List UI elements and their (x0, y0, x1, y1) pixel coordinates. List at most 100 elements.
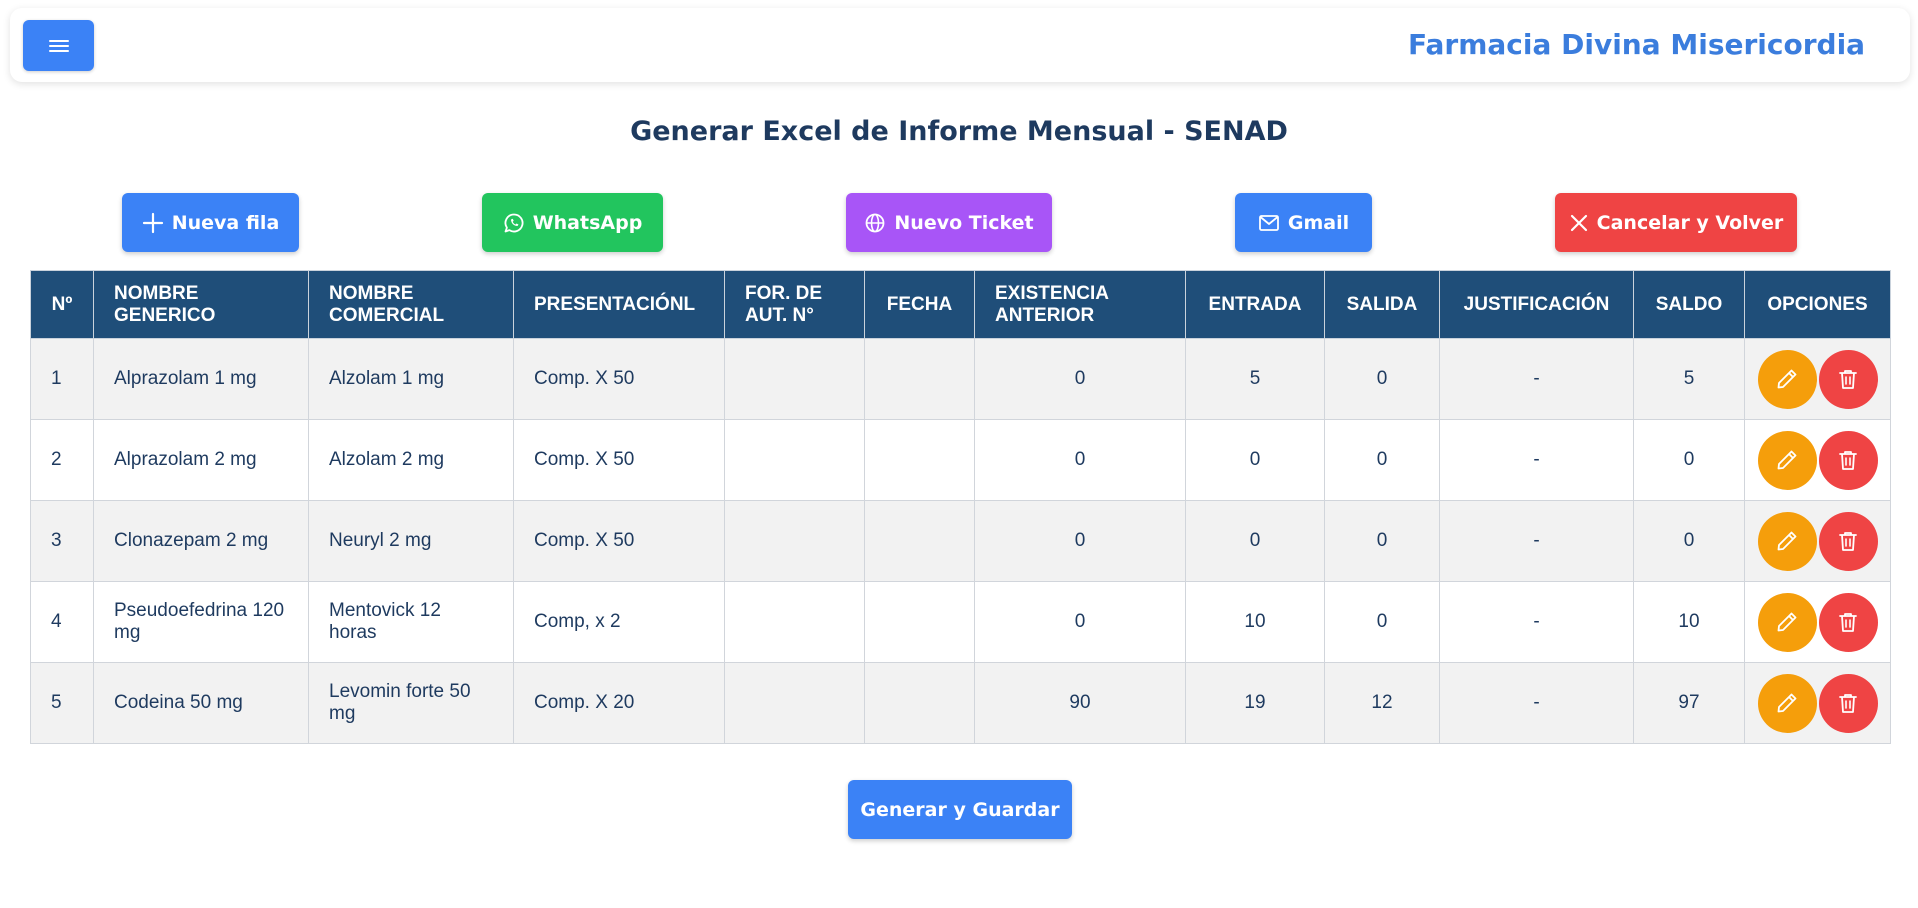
table-row: 3 Clonazepam 2 mg Neuryl 2 mg Comp. X 50… (30, 500, 1891, 582)
cell-date (864, 500, 975, 582)
cell-num: 1 (30, 338, 94, 420)
trash-icon (1839, 532, 1857, 551)
header-num: Nº (30, 270, 94, 339)
cell-date (864, 338, 975, 420)
trash-icon (1839, 370, 1857, 389)
row-actions (1745, 673, 1890, 733)
edit-row-button[interactable] (1757, 430, 1817, 490)
row-actions (1745, 592, 1890, 652)
header-entry: ENTRADA (1185, 270, 1325, 339)
cell-previous-stock: 90 (974, 662, 1186, 744)
cell-commercial-name: Levomin forte 50 mg (308, 662, 514, 744)
cell-exit: 12 (1324, 662, 1440, 744)
cell-justification: - (1439, 662, 1634, 744)
cell-balance: 0 (1633, 500, 1745, 582)
plus-icon (142, 212, 163, 233)
pencil-icon (1777, 450, 1797, 470)
edit-row-button[interactable] (1757, 673, 1817, 733)
cell-generic-name: Clonazepam 2 mg (93, 500, 309, 582)
header-justification: JUSTIFICACIÓN (1439, 270, 1634, 339)
cell-commercial-name: Alzolam 1 mg (308, 338, 514, 420)
globe-icon (865, 213, 885, 232)
pencil-icon (1777, 693, 1797, 713)
cell-num: 5 (30, 662, 94, 744)
cell-date (864, 662, 975, 744)
cell-presentation: Comp. X 20 (513, 662, 725, 744)
cell-options (1744, 338, 1891, 420)
cell-options (1744, 581, 1891, 663)
gmail-button[interactable]: Gmail (1235, 193, 1372, 252)
table-row: 1 Alprazolam 1 mg Alzolam 1 mg Comp. X 5… (30, 338, 1891, 420)
page-title: Generar Excel de Informe Mensual - SENAD (630, 116, 1288, 147)
cell-options (1744, 500, 1891, 582)
pencil-icon (1777, 531, 1797, 551)
cell-generic-name: Alprazolam 1 mg (93, 338, 309, 420)
trash-icon (1839, 451, 1857, 470)
cell-commercial-name: Alzolam 2 mg (308, 419, 514, 501)
cell-previous-stock: 0 (974, 581, 1186, 663)
header-options: OPCIONES (1744, 270, 1891, 339)
whatsapp-icon (504, 213, 524, 232)
cell-auth-form (724, 419, 865, 501)
cell-justification: - (1439, 500, 1634, 582)
cell-entry: 0 (1185, 500, 1325, 582)
whatsapp-button[interactable]: WhatsApp (482, 193, 663, 252)
new-row-label: Nueva fila (171, 211, 280, 234)
row-actions (1745, 511, 1890, 571)
close-icon (1570, 214, 1587, 231)
cell-balance: 5 (1633, 338, 1745, 420)
cell-exit: 0 (1324, 338, 1440, 420)
generate-save-button[interactable]: Generar y Guardar (848, 780, 1072, 839)
header-generic-name: NOMBRE GENERICO (93, 270, 309, 339)
brand-title: Farmacia Divina Misericordia (1408, 28, 1866, 61)
mail-icon (1258, 214, 1279, 231)
delete-row-button[interactable] (1818, 430, 1878, 490)
cell-entry: 0 (1185, 419, 1325, 501)
delete-row-button[interactable] (1818, 592, 1878, 652)
cell-exit: 0 (1324, 500, 1440, 582)
cell-options (1744, 419, 1891, 501)
edit-row-button[interactable] (1757, 349, 1817, 409)
cancel-return-button[interactable]: Cancelar y Volver (1555, 193, 1797, 252)
cell-generic-name: Pseudoefedrina 120 mg (93, 581, 309, 663)
trash-icon (1839, 694, 1857, 713)
top-navbar: Farmacia Divina Misericordia (10, 8, 1910, 82)
cell-generic-name: Codeina 50 mg (93, 662, 309, 744)
pencil-icon (1777, 612, 1797, 632)
cell-date (864, 419, 975, 501)
cancel-return-label: Cancelar y Volver (1596, 211, 1784, 234)
edit-row-button[interactable] (1757, 592, 1817, 652)
pencil-icon (1777, 369, 1797, 389)
header-commercial-name: NOMBRE COMERCIAL (308, 270, 514, 339)
delete-row-button[interactable] (1818, 349, 1878, 409)
new-row-button[interactable]: Nueva fila (122, 193, 299, 252)
whatsapp-label: WhatsApp (532, 211, 643, 234)
table-row: 4 Pseudoefedrina 120 mg Mentovick 12 hor… (30, 581, 1891, 663)
table-row: 2 Alprazolam 2 mg Alzolam 2 mg Comp. X 5… (30, 419, 1891, 501)
gmail-label: Gmail (1287, 211, 1350, 234)
cell-previous-stock: 0 (974, 500, 1186, 582)
new-ticket-button[interactable]: Nuevo Ticket (846, 193, 1052, 252)
edit-row-button[interactable] (1757, 511, 1817, 571)
delete-row-button[interactable] (1818, 673, 1878, 733)
cell-entry: 19 (1185, 662, 1325, 744)
delete-row-button[interactable] (1818, 511, 1878, 571)
header-auth-form: FOR. DE AUT. N° (724, 270, 865, 339)
row-actions (1745, 349, 1890, 409)
cell-exit: 0 (1324, 419, 1440, 501)
header-balance: SALDO (1633, 270, 1745, 339)
cell-balance: 0 (1633, 419, 1745, 501)
cell-previous-stock: 0 (974, 338, 1186, 420)
cell-generic-name: Alprazolam 2 mg (93, 419, 309, 501)
cell-exit: 0 (1324, 581, 1440, 663)
cell-date (864, 581, 975, 663)
cell-entry: 10 (1185, 581, 1325, 663)
cell-options (1744, 662, 1891, 744)
cell-auth-form (724, 500, 865, 582)
new-ticket-label: Nuevo Ticket (894, 211, 1034, 234)
cell-balance: 97 (1633, 662, 1745, 744)
cell-presentation: Comp. X 50 (513, 419, 725, 501)
menu-toggle-button[interactable] (23, 20, 94, 71)
cell-balance: 10 (1633, 581, 1745, 663)
table-row: 5 Codeina 50 mg Levomin forte 50 mg Comp… (30, 662, 1891, 744)
